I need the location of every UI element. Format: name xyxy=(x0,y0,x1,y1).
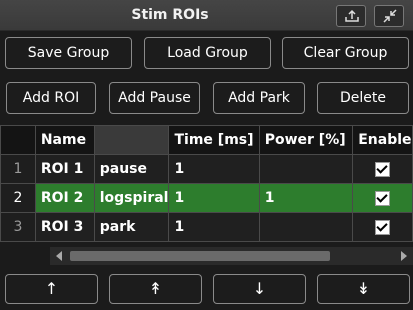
table-row[interactable]: 3 ROI 3 park 1 xyxy=(0,212,413,242)
clear-group-button[interactable]: Clear Group xyxy=(282,37,409,69)
collapse-icon xyxy=(383,9,397,23)
move-up-button[interactable]: ↑ xyxy=(5,274,98,304)
cell-power[interactable] xyxy=(258,212,354,242)
cell-time[interactable]: 1 xyxy=(168,183,260,213)
column-header-time[interactable]: Time [ms] xyxy=(168,125,260,155)
load-group-button[interactable]: Load Group xyxy=(144,37,271,69)
column-header-power[interactable]: Power [%] xyxy=(258,125,354,155)
save-group-button[interactable]: Save Group xyxy=(5,37,132,69)
column-header-enable[interactable]: Enable xyxy=(352,125,413,155)
row-number[interactable]: 2 xyxy=(0,183,36,213)
cell-time[interactable]: 1 xyxy=(168,212,260,242)
horizontal-scrollbar[interactable] xyxy=(50,247,413,265)
cell-power[interactable] xyxy=(258,154,354,184)
enable-checkbox[interactable] xyxy=(375,219,391,235)
table-row[interactable]: 1 ROI 1 pause 1 xyxy=(0,154,413,184)
corner-header xyxy=(0,125,36,155)
cell-type[interactable]: park xyxy=(93,212,170,242)
export-button[interactable] xyxy=(336,5,366,27)
move-bottom-button[interactable]: ↡ xyxy=(317,274,410,304)
cell-enable[interactable] xyxy=(352,154,413,184)
cell-type[interactable]: logspiral xyxy=(93,183,170,213)
cell-name[interactable]: ROI 2 xyxy=(34,183,95,213)
move-top-button[interactable]: ↟ xyxy=(109,274,202,304)
column-header-name[interactable]: Name xyxy=(34,125,95,155)
title-bar: Stim ROIs xyxy=(0,0,413,31)
window-title: Stim ROIs xyxy=(131,7,209,23)
add-pause-button[interactable]: Add Pause xyxy=(109,82,200,114)
cell-power[interactable]: 1 xyxy=(258,183,354,213)
export-icon xyxy=(345,9,359,22)
cell-name[interactable]: ROI 3 xyxy=(34,212,95,242)
cell-name[interactable]: ROI 1 xyxy=(34,154,95,184)
table-row[interactable]: 2 ROI 2 logspiral 1 1 xyxy=(0,183,413,213)
cell-enable[interactable] xyxy=(352,212,413,242)
enable-checkbox[interactable] xyxy=(375,190,391,206)
cell-type[interactable]: pause xyxy=(93,154,170,184)
scroll-right-icon[interactable] xyxy=(401,251,407,261)
cell-enable[interactable] xyxy=(352,183,413,213)
collapse-button[interactable] xyxy=(374,5,404,27)
add-park-button[interactable]: Add Park xyxy=(213,82,305,114)
delete-button[interactable]: Delete xyxy=(317,82,409,114)
enable-checkbox[interactable] xyxy=(375,161,391,177)
scrollbar-thumb[interactable] xyxy=(70,251,330,261)
column-header-type[interactable] xyxy=(93,125,170,155)
move-down-button[interactable]: ↓ xyxy=(213,274,306,304)
scroll-left-icon[interactable] xyxy=(56,251,62,261)
cell-time[interactable]: 1 xyxy=(168,154,260,184)
row-number[interactable]: 1 xyxy=(0,154,36,184)
row-number[interactable]: 3 xyxy=(0,212,36,242)
add-roi-button[interactable]: Add ROI xyxy=(6,82,96,114)
